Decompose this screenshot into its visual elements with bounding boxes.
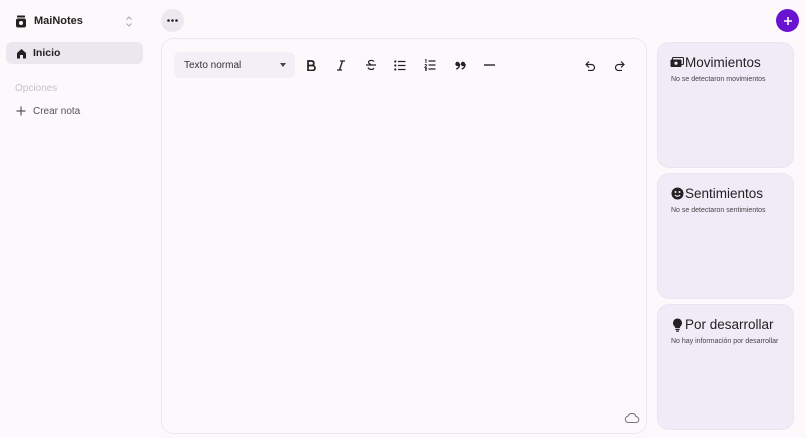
- strikethrough-button[interactable]: [362, 56, 380, 74]
- text-format-value: Texto normal: [184, 59, 242, 71]
- more-options-button[interactable]: [161, 9, 184, 32]
- italic-icon: [336, 59, 346, 71]
- card-subtitle: No se detectaron sentimientos: [671, 207, 766, 214]
- add-button[interactable]: [776, 9, 799, 32]
- text-format-select[interactable]: Texto normal: [174, 52, 295, 78]
- horizontal-rule-icon: [483, 64, 495, 66]
- note-editor[interactable]: Texto normal: [161, 38, 647, 434]
- feelings-card: Sentimientos No se detectaron sentimient…: [657, 173, 794, 299]
- ellipsis-icon: [167, 19, 178, 22]
- card-title: Sentimientos: [685, 186, 764, 201]
- plus-icon: [783, 16, 793, 26]
- brand-name: MaiNotes: [34, 15, 83, 27]
- card-title: Por desarrollar: [685, 317, 774, 332]
- plus-icon: [16, 106, 26, 116]
- quote-icon: [454, 61, 466, 70]
- movements-card: Movimientos No se detectaron movimientos: [657, 42, 794, 168]
- numbered-list-button[interactable]: [421, 56, 439, 74]
- bold-button[interactable]: [302, 56, 320, 74]
- quote-button[interactable]: [451, 56, 469, 74]
- undo-button[interactable]: [581, 56, 599, 74]
- cloud-icon: [624, 411, 640, 425]
- undo-icon: [584, 60, 596, 71]
- sidebar-item-home[interactable]: Inicio: [6, 42, 143, 64]
- smiley-icon: [670, 187, 684, 201]
- caret-down-icon: [280, 63, 286, 67]
- app: MaiNotes Inicio Opciones Crear nota Text…: [0, 0, 806, 438]
- card-subtitle: No se detectaron movimientos: [671, 76, 766, 83]
- horizontal-rule-button[interactable]: [480, 56, 498, 74]
- to-develop-card: Por desarrollar No hay información por d…: [657, 304, 794, 430]
- bold-icon: [306, 59, 316, 71]
- italic-button[interactable]: [332, 56, 350, 74]
- money-icon: [670, 56, 684, 70]
- chevron-updown-icon: [124, 13, 134, 29]
- bullet-list-button[interactable]: [391, 56, 409, 74]
- create-note-label: Crear nota: [33, 105, 81, 117]
- redo-icon: [614, 60, 626, 71]
- sidebar: MaiNotes Inicio Opciones Crear nota: [0, 0, 150, 438]
- notebook-logo-icon: [14, 15, 27, 28]
- redo-button[interactable]: [611, 56, 629, 74]
- numbered-list-icon: [424, 59, 436, 71]
- create-note-button[interactable]: Crear nota: [16, 103, 80, 119]
- section-label: Opciones: [15, 83, 58, 94]
- workspace-switcher[interactable]: MaiNotes: [14, 10, 138, 32]
- lightbulb-icon: [670, 318, 684, 332]
- sidebar-item-label: Inicio: [33, 47, 61, 59]
- home-icon: [16, 48, 27, 59]
- card-title: Movimientos: [685, 55, 761, 70]
- bullet-list-icon: [394, 59, 406, 71]
- card-subtitle: No hay información por desarrollar: [671, 338, 779, 345]
- strikethrough-icon: [365, 59, 377, 71]
